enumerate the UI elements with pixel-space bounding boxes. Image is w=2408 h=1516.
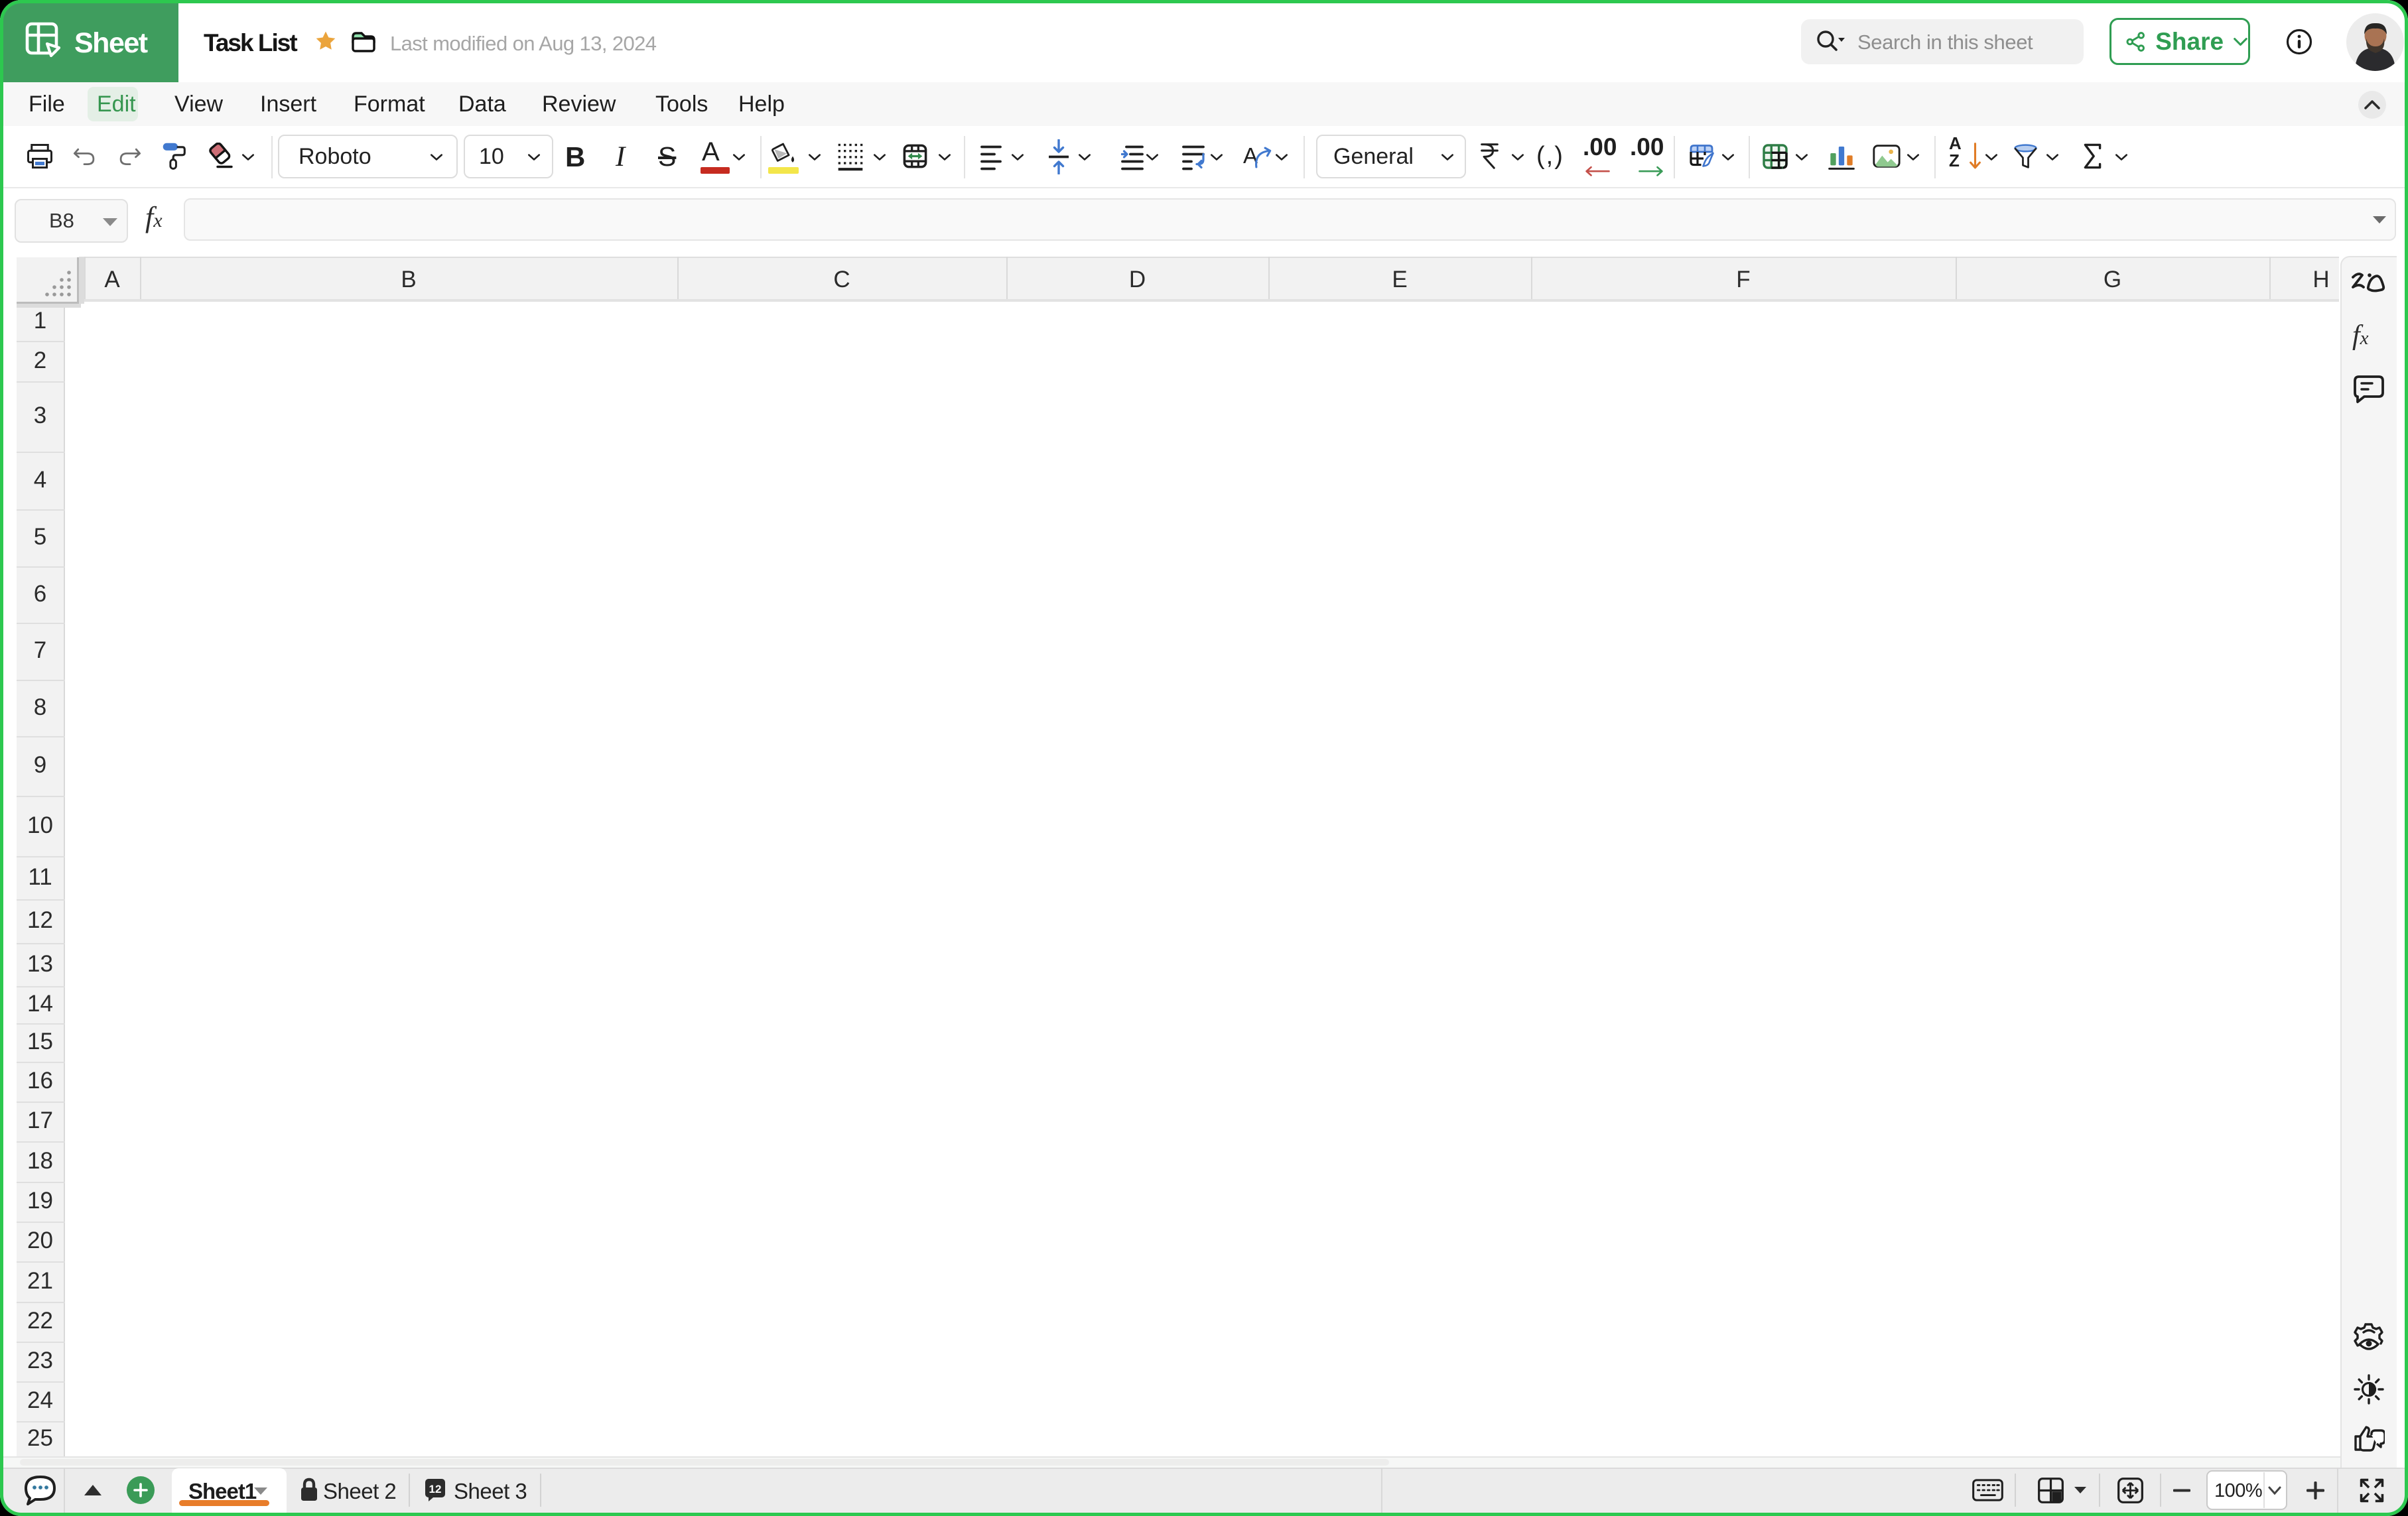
svg-text:12: 12 xyxy=(429,1483,442,1495)
